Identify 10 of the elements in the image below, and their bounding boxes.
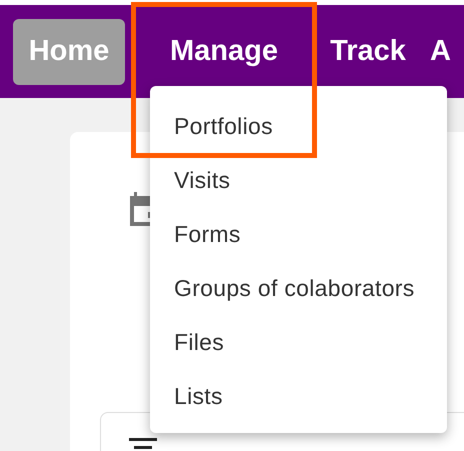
menu-item[interactable]: Groups of colaborators	[174, 273, 415, 303]
nav-tab[interactable]: Track	[317, 18, 419, 84]
filter-icon	[129, 438, 157, 451]
menu-item[interactable]: Lists	[174, 381, 223, 411]
menu-item[interactable]: Forms	[174, 219, 241, 249]
menu-item[interactable]: Visits	[174, 165, 230, 195]
nav-tab[interactable]: Manage	[131, 18, 317, 84]
menu-item[interactable]: Portfolios	[174, 111, 273, 141]
nav-tab[interactable]: A	[419, 18, 464, 84]
menu-item[interactable]: Files	[174, 327, 224, 357]
